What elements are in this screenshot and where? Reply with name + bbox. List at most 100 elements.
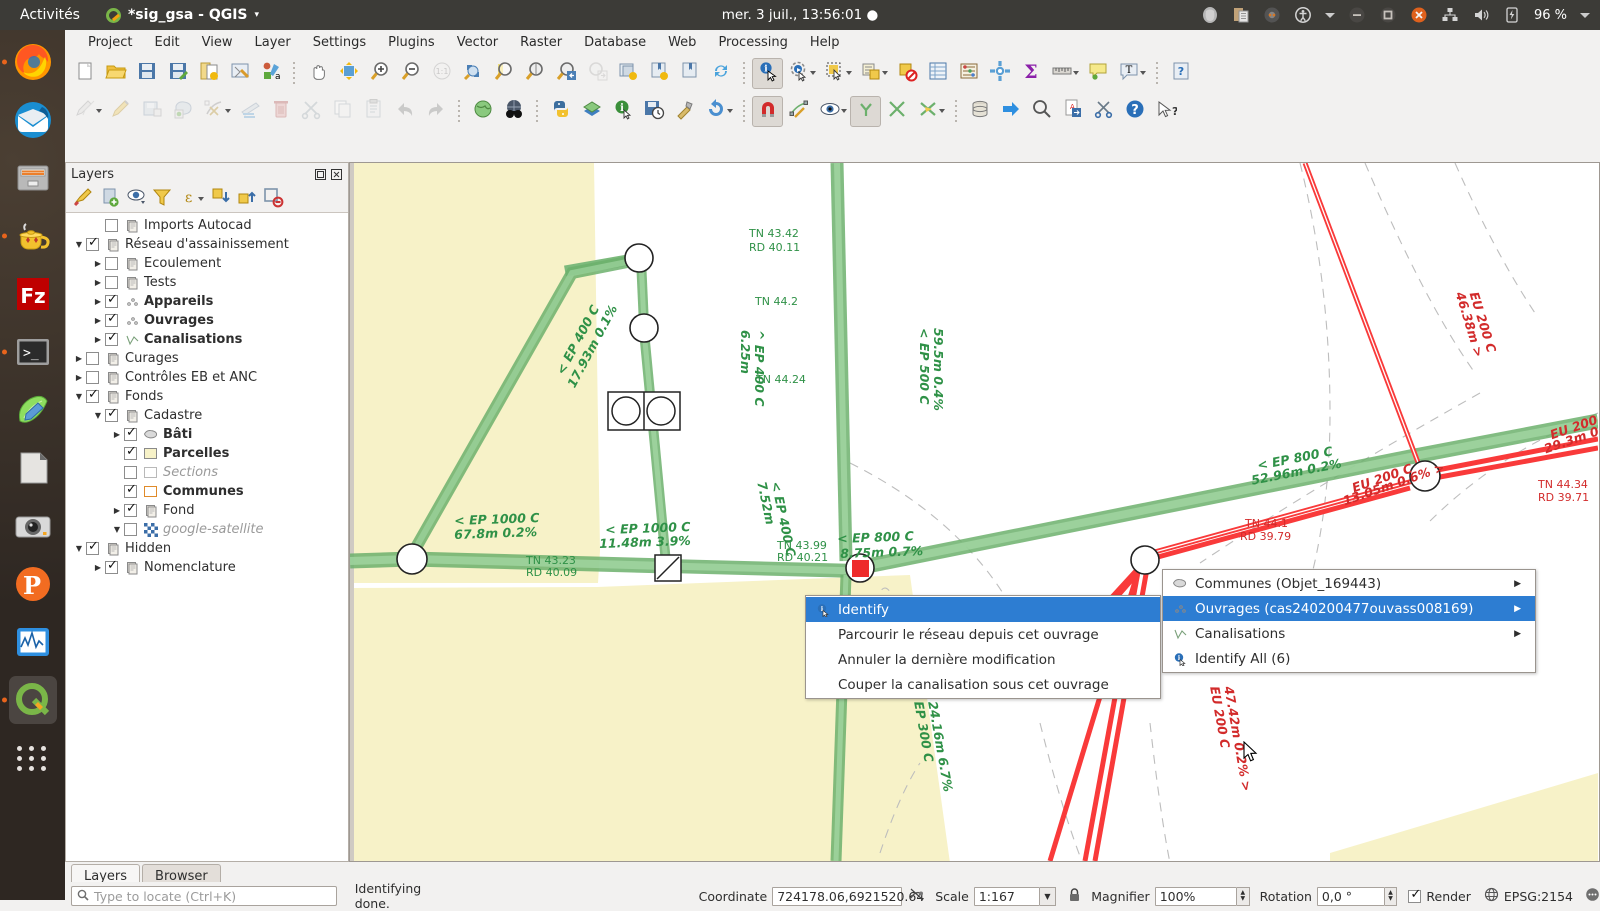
layer-visibility-checkbox[interactable]: [124, 482, 137, 498]
layer-tree-item[interactable]: Cadastre: [66, 406, 348, 425]
layer-tree-item[interactable]: Nomenclature: [66, 558, 348, 577]
new-bookmark-button[interactable]: [674, 58, 705, 89]
menu-database[interactable]: Database: [573, 32, 657, 53]
layer-visibility-checkbox[interactable]: [86, 539, 99, 555]
field-calculator-button[interactable]: Σ: [1015, 58, 1046, 89]
dock-item-libreoffice[interactable]: [9, 444, 57, 492]
menu-item[interactable]: Communes (Objet_169443) ▶: [1163, 571, 1535, 596]
rotation-value[interactable]: 0,0 °: [1316, 886, 1385, 906]
battery-icon[interactable]: [1503, 6, 1521, 24]
chevron-right-icon[interactable]: [91, 278, 105, 287]
layer-tree-item[interactable]: Fond: [66, 501, 348, 520]
context-menu[interactable]: i Identify Parcourir le réseau depuis cet …: [805, 595, 1161, 699]
save-history-button[interactable]: [638, 96, 669, 127]
dock-item-filezilla[interactable]: Fz: [9, 270, 57, 318]
map-canvas[interactable]: TN 43.42 RD 40.11 TN 44.2 TN 44.24 TN 43.99 R…: [349, 162, 1600, 862]
pan-map-button[interactable]: [302, 58, 333, 89]
manage-map-themes-button[interactable]: [124, 187, 148, 211]
new-project-button[interactable]: [69, 58, 100, 89]
preview-mode-button[interactable]: [814, 96, 845, 127]
dock-item-files[interactable]: [9, 154, 57, 202]
expand-all-button[interactable]: [209, 187, 233, 211]
refresh-map-1-button[interactable]: [612, 58, 643, 89]
layer-visibility-checkbox[interactable]: [105, 406, 118, 422]
dock-item-terminal[interactable]: >_: [9, 328, 57, 376]
chevron-right-icon[interactable]: [110, 506, 124, 515]
coordinate-value[interactable]: 724178.06,6921520.64: [772, 886, 924, 906]
run-feature-action-button[interactable]: [783, 58, 814, 89]
menu-item[interactable]: Parcourir le réseau depuis cet ouvrage: [806, 622, 1160, 647]
show-map-tips-button[interactable]: [1082, 58, 1113, 89]
menu-project[interactable]: Project: [77, 32, 143, 53]
remove-layer-or-group-button[interactable]: [261, 187, 285, 211]
chevron-down-icon[interactable]: ▾: [255, 10, 260, 20]
refresh-button[interactable]: [705, 58, 736, 89]
split-tool-button[interactable]: [912, 96, 943, 127]
menu-settings[interactable]: Settings: [302, 32, 377, 53]
pdf-export-button[interactable]: A: [1057, 96, 1088, 127]
build-tool-button[interactable]: [669, 96, 700, 127]
undo-blue-button[interactable]: [700, 96, 731, 127]
chevron-down-icon[interactable]: [198, 196, 204, 201]
layer-tree-item[interactable]: Imports Autocad: [66, 216, 348, 235]
menu-vector[interactable]: Vector: [446, 32, 509, 53]
layer-visibility-checkbox[interactable]: [105, 558, 118, 574]
layer-visibility-checkbox[interactable]: [105, 276, 118, 289]
save-project-as-button[interactable]: [162, 58, 193, 89]
pan-map-to-selection-button[interactable]: [333, 58, 364, 89]
menu-edit[interactable]: Edit: [143, 32, 190, 53]
layer-visibility-checkbox[interactable]: [124, 501, 137, 517]
cut-features-button[interactable]: [296, 96, 327, 127]
processing-toolbox-button[interactable]: [984, 58, 1015, 89]
menu-processing[interactable]: Processing: [707, 32, 798, 53]
dock-item-pgadmin[interactable]: P: [9, 560, 57, 608]
identify-features-button[interactable]: i: [752, 57, 783, 89]
search-tool-button[interactable]: [1026, 96, 1057, 127]
layer-visibility-checkbox[interactable]: [124, 425, 137, 441]
geoprocessing-tools-button[interactable]: [1088, 96, 1119, 127]
menu-item[interactable]: Couper la canalisation sous cet ouvrage: [806, 672, 1160, 697]
minimize-window-icon[interactable]: [1348, 6, 1366, 24]
menu-web[interactable]: Web: [657, 32, 707, 53]
layer-tree-item[interactable]: Réseau d'assainissement: [66, 235, 348, 254]
layer-tree-item[interactable]: Contrôles EB et ANC: [66, 368, 348, 387]
layer-visibility-checkbox[interactable]: [124, 466, 137, 479]
crs-value[interactable]: EPSG:2154: [1504, 889, 1573, 904]
collapse-all-button[interactable]: [235, 187, 259, 211]
show-bookmarks-button[interactable]: [643, 58, 674, 89]
chevron-down-icon[interactable]: [72, 240, 86, 249]
redo-button[interactable]: [420, 96, 451, 127]
zoom-to-selection-button[interactable]: [488, 58, 519, 89]
menu-item[interactable]: Ouvrages (cas240200477ouvass008169) ▶: [1163, 596, 1535, 621]
layer-tree-item[interactable]: Bâti: [66, 425, 348, 444]
disc-icon[interactable]: [1263, 6, 1281, 24]
layer-visibility-checkbox[interactable]: [105, 311, 118, 327]
toggle-extents-icon[interactable]: [909, 887, 925, 905]
layer-tree-item[interactable]: Sections: [66, 463, 348, 482]
lock-icon[interactable]: [1068, 887, 1081, 905]
layer-tree-item[interactable]: Parcelles: [66, 444, 348, 463]
plugin-green-globe-button[interactable]: [467, 96, 498, 127]
layer-tree-item[interactable]: Fonds: [66, 387, 348, 406]
toggle-editing-button[interactable]: [105, 96, 136, 127]
identify-help-button[interactable]: ?: [1150, 96, 1181, 127]
layer-visibility-checkbox[interactable]: [105, 219, 118, 232]
chevron-down-icon[interactable]: [1580, 12, 1590, 18]
measure-line-button[interactable]: [1046, 58, 1077, 89]
render-checkbox[interactable]: [1408, 887, 1422, 903]
magnifier-spinner[interactable]: ▲ ▼: [1237, 886, 1250, 906]
layer-tree-item[interactable]: Tests: [66, 273, 348, 292]
chevron-down-icon[interactable]: [110, 525, 124, 534]
add-group-button[interactable]: [98, 187, 122, 211]
maximize-window-icon[interactable]: [1379, 6, 1397, 24]
statistical-summary-button[interactable]: [953, 58, 984, 89]
dock-item-camera[interactable]: [9, 502, 57, 550]
new-print-layout-button[interactable]: [193, 58, 224, 89]
layer-tree-item[interactable]: google-satellite: [66, 520, 348, 539]
layer-visibility-checkbox[interactable]: [86, 352, 99, 365]
enable-snapping-button[interactable]: [752, 95, 783, 127]
locator-bar[interactable]: Type to locate (Ctrl+K): [71, 886, 337, 906]
filter-legend-by-expression-button[interactable]: ε: [176, 187, 200, 211]
node-edit-tool-button[interactable]: [783, 96, 814, 127]
chevron-right-icon[interactable]: [91, 316, 105, 325]
